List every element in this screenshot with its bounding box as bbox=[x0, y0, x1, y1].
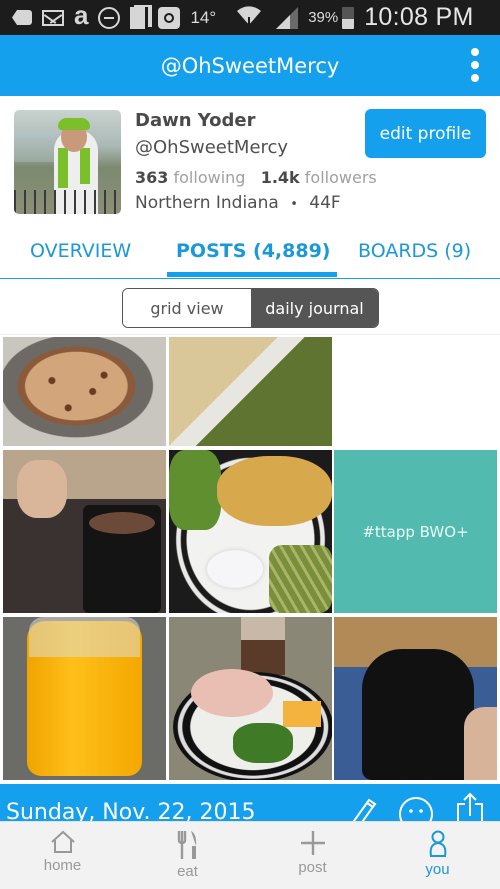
view-toggle: grid view daily journal bbox=[122, 288, 379, 328]
nav-you-label: you bbox=[425, 861, 450, 878]
post-tile[interactable] bbox=[3, 617, 166, 780]
nav-eat[interactable]: eat bbox=[125, 822, 250, 889]
text-post-content: #ttapp BWO+ bbox=[362, 522, 469, 541]
profile-name: Dawn Yoder bbox=[135, 110, 256, 131]
posts-grid: #ttapp BWO+ bbox=[0, 334, 500, 782]
add-notification-icon: + bbox=[12, 10, 32, 25]
profile-handle: @OhSweetMercy bbox=[135, 137, 289, 158]
battery-icon bbox=[342, 6, 355, 29]
post-tile[interactable] bbox=[334, 617, 497, 780]
share-icon[interactable] bbox=[456, 792, 484, 824]
active-tab-indicator bbox=[167, 272, 337, 277]
empty-tile bbox=[334, 337, 497, 446]
app-screen: + a 14° 39% 10:08 PM @OhSweetMercy Dawn … bbox=[0, 0, 500, 889]
profile-stats: 363 following 1.4k followers bbox=[135, 168, 377, 187]
tab-overview[interactable]: OVERVIEW bbox=[30, 240, 131, 262]
do-not-disturb-icon bbox=[98, 6, 121, 29]
avatar[interactable] bbox=[14, 110, 121, 214]
post-tile[interactable] bbox=[169, 617, 332, 780]
nav-eat-label: eat bbox=[177, 863, 198, 880]
post-tile[interactable] bbox=[169, 337, 332, 446]
mood-smile-icon[interactable] bbox=[398, 792, 434, 824]
nav-home[interactable]: home bbox=[0, 822, 125, 889]
more-vert-icon[interactable] bbox=[468, 48, 482, 82]
profile-header: Dawn Yoder @OhSweetMercy 363 following 1… bbox=[0, 96, 500, 226]
post-tile[interactable] bbox=[3, 337, 166, 446]
edit-pencil-icon[interactable] bbox=[345, 792, 377, 824]
temperature-readout: 14° bbox=[190, 7, 217, 27]
home-icon bbox=[50, 830, 75, 853]
battery-percent: 39% bbox=[308, 9, 339, 26]
instagram-icon bbox=[158, 6, 181, 29]
following-label: following bbox=[173, 168, 246, 187]
nav-post-label: post bbox=[298, 859, 327, 876]
followers-label: followers bbox=[304, 168, 377, 187]
plus-icon bbox=[300, 831, 325, 855]
age-gender: 44F bbox=[309, 193, 341, 213]
following-link[interactable]: 363 following bbox=[135, 168, 245, 187]
nav-post[interactable]: post bbox=[250, 822, 375, 889]
location: Northern Indiana bbox=[135, 193, 279, 213]
post-tile[interactable] bbox=[3, 450, 166, 613]
journal-day-header: Sunday, Nov. 22, 2015 bbox=[0, 784, 500, 824]
fork-knife-icon bbox=[177, 831, 196, 859]
status-bar: + a 14° 39% 10:08 PM bbox=[0, 0, 500, 35]
tab-posts[interactable]: POSTS (4,889) bbox=[176, 240, 331, 262]
tab-boards[interactable]: BOARDS (9) bbox=[358, 240, 471, 262]
clock: 10:08 PM bbox=[364, 3, 474, 31]
text-post-tile[interactable]: #ttapp BWO+ bbox=[334, 450, 497, 613]
profile-tabs: OVERVIEW POSTS (4,889) BOARDS (9) bbox=[0, 226, 500, 279]
followers-link[interactable]: 1.4k followers bbox=[261, 168, 377, 187]
separator-dot: • bbox=[290, 197, 298, 212]
amazon-icon: a bbox=[74, 0, 89, 30]
app-bar-title: @OhSweetMercy bbox=[160, 53, 340, 78]
daily-journal-button[interactable]: daily journal bbox=[251, 289, 378, 327]
mail-icon bbox=[42, 9, 64, 26]
followers-count: 1.4k bbox=[260, 168, 300, 187]
edit-profile-button[interactable]: edit profile bbox=[365, 109, 486, 158]
signal-icon bbox=[276, 6, 299, 29]
bottom-navigation: home eat post you bbox=[0, 821, 500, 889]
nav-home-label: home bbox=[43, 857, 82, 874]
following-count: 363 bbox=[135, 168, 169, 187]
app-bar: @OhSweetMercy bbox=[0, 35, 500, 96]
nav-you[interactable]: you bbox=[375, 822, 500, 889]
clipboard-icon bbox=[130, 6, 149, 29]
post-tile[interactable] bbox=[169, 450, 332, 613]
grid-view-button[interactable]: grid view bbox=[123, 289, 251, 327]
wifi-icon bbox=[236, 3, 262, 33]
person-icon bbox=[429, 830, 446, 857]
profile-location-line: Northern Indiana • 44F bbox=[135, 193, 341, 213]
